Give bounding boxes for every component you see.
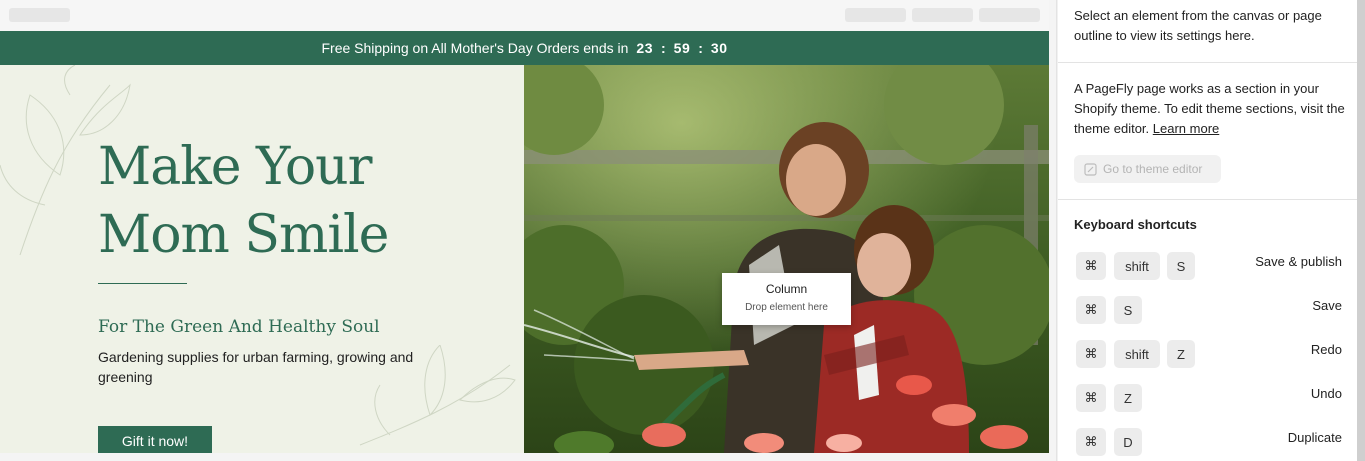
theme-editor-label: Go to theme editor — [1103, 162, 1203, 176]
shortcuts-title: Keyboard shortcuts — [1074, 217, 1197, 232]
shortcut-row: ⌘ shift S Save & publish — [1076, 252, 1342, 280]
shortcut-row: ⌘ Z Undo — [1076, 384, 1342, 412]
column-drop-zone[interactable]: Column Drop element here — [722, 273, 851, 325]
section-divider — [1058, 62, 1357, 63]
shortcut-label: Save & publish — [1255, 254, 1342, 269]
banner-text: Free Shipping on All Mother's Day Orders… — [321, 40, 629, 56]
shift-key: shift — [1114, 340, 1160, 368]
theme-editor-icon — [1084, 162, 1097, 176]
shortcut-label: Save — [1312, 298, 1342, 313]
hero-description: Gardening supplies for urban farming, gr… — [98, 349, 414, 385]
command-key: ⌘ — [1076, 428, 1106, 456]
panel-scrollbar[interactable] — [1357, 0, 1365, 461]
letter-key: S — [1167, 252, 1195, 280]
countdown-separator: : — [698, 40, 703, 56]
drop-hint: Drop element here — [745, 302, 828, 313]
letter-key: Z — [1167, 340, 1195, 368]
shortcut-row: ⌘ D Duplicate — [1076, 428, 1342, 456]
hero-subtitle: For The Green And Healthy Soul — [98, 317, 380, 337]
gift-now-button[interactable]: Gift it now! — [98, 426, 212, 453]
hero-text-column[interactable]: Make Your Mom Smile For The Green And He… — [0, 65, 524, 453]
shortcut-row: ⌘ S Save — [1076, 296, 1342, 324]
shortcut-row: ⌘ shift Z Redo — [1076, 340, 1342, 368]
editor-canvas[interactable]: Free Shipping on All Mother's Day Orders… — [0, 0, 1057, 461]
shortcut-label: Duplicate — [1287, 430, 1342, 445]
section-divider — [1058, 199, 1357, 200]
countdown-minutes: 59 — [673, 40, 691, 56]
letter-key: S — [1114, 296, 1142, 324]
shortcut-label: Undo — [1310, 386, 1342, 401]
go-to-theme-editor-button[interactable]: Go to theme editor — [1074, 155, 1221, 183]
countdown-separator: : — [661, 40, 666, 56]
placeholder-skeleton — [912, 8, 973, 22]
panel-intro-text: Select an element from the canvas or pag… — [1074, 8, 1322, 43]
column-label: Column — [765, 282, 808, 296]
settings-panel: Select an element from the canvas or pag… — [1058, 0, 1357, 461]
hero-image[interactable] — [524, 65, 1049, 453]
hero-title-line: Mom Smile — [98, 205, 389, 265]
hero-title-line: Make Your — [98, 137, 373, 197]
canvas-top-bar — [0, 0, 1049, 31]
placeholder-skeleton — [9, 8, 70, 22]
countdown-seconds: 30 — [710, 40, 728, 56]
command-key: ⌘ — [1076, 252, 1106, 280]
shortcut-label: Redo — [1310, 342, 1342, 357]
title-divider — [98, 283, 187, 284]
command-key: ⌘ — [1076, 384, 1106, 412]
placeholder-skeleton — [979, 8, 1040, 22]
hero-title: Make Your Mom Smile — [98, 133, 389, 269]
learn-more-link[interactable]: Learn more — [1153, 121, 1219, 136]
theme-info: A PageFly page works as a section in you… — [1074, 79, 1352, 139]
hero-section[interactable]: Make Your Mom Smile For The Green And He… — [0, 65, 1049, 453]
command-key: ⌘ — [1076, 296, 1106, 324]
letter-key: Z — [1114, 384, 1142, 412]
letter-key: D — [1114, 428, 1142, 456]
announcement-banner[interactable]: Free Shipping on All Mother's Day Orders… — [0, 31, 1049, 65]
placeholder-skeleton — [845, 8, 906, 22]
garden-photo — [524, 65, 1049, 453]
countdown-hours: 23 — [636, 40, 653, 56]
command-key: ⌘ — [1076, 340, 1106, 368]
shift-key: shift — [1114, 252, 1160, 280]
